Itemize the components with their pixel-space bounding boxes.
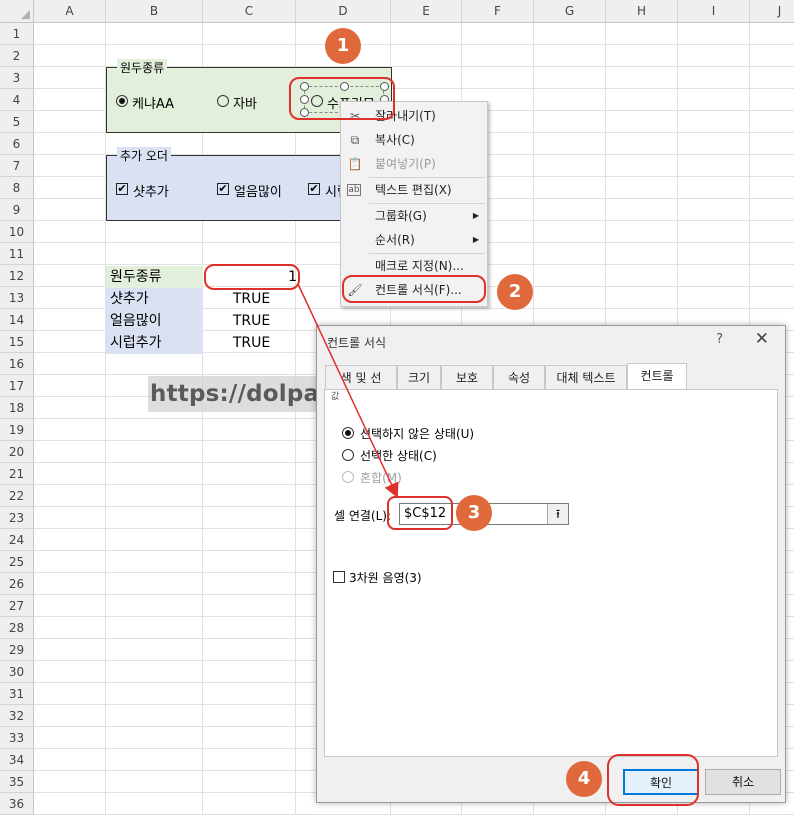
highlight-cell-c12	[204, 264, 300, 290]
step-badge-3: 3	[456, 495, 492, 531]
step-badge-4: 4	[566, 761, 602, 797]
step-badge-2: 2	[497, 274, 533, 310]
highlight-ok-button	[607, 754, 699, 806]
highlight-format-control	[342, 275, 486, 303]
step-badge-1: 1	[325, 28, 361, 64]
highlight-supremo	[289, 77, 395, 120]
annotation-arrow	[297, 283, 399, 499]
highlight-cell-link	[387, 496, 453, 530]
